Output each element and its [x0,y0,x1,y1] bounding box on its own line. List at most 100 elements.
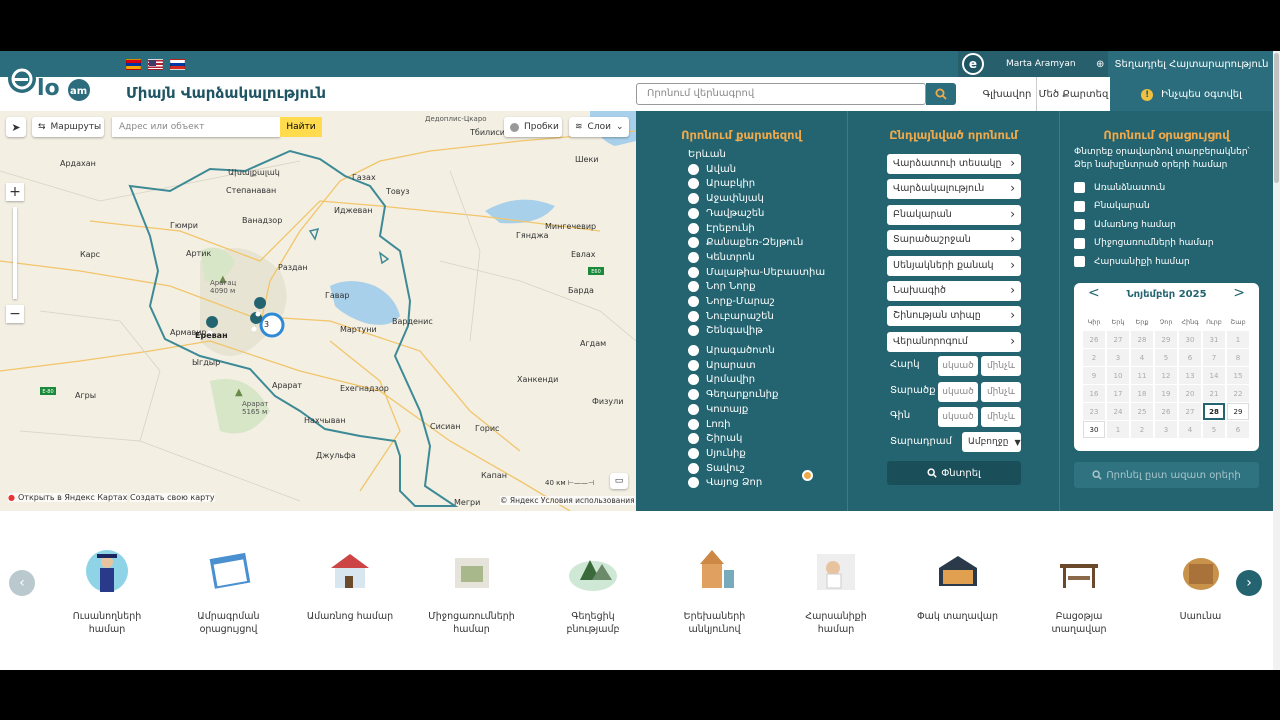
category-image-icon[interactable] [690,546,740,596]
radio-button-icon[interactable] [802,470,813,481]
radio-button-icon[interactable] [688,433,699,445]
post-announcement-button[interactable]: Տեղադրել Հայտարարություն [1110,51,1273,77]
calendar-day[interactable]: 24 [1107,403,1129,420]
province-radio[interactable]: Արարատ [688,359,756,371]
calendar-day[interactable]: 16 [1083,385,1105,402]
region-radio[interactable]: Ավան [688,163,736,175]
yandex-map[interactable]: E60 E-80 ▲ ▲ Ереван Ախալքալակ Артик Гюмр… [0,111,636,511]
zoom-slider[interactable] [13,207,17,299]
calendar-day[interactable]: 28 [1131,331,1153,348]
calendar-day[interactable]: 13 [1179,367,1201,384]
category-image-icon[interactable] [204,546,254,596]
category-image-icon[interactable] [1176,546,1226,596]
category-item[interactable]: Փակ տաղավար [913,546,1003,623]
province-radio[interactable]: Գեղարքունիք [688,389,778,401]
armenian-flag-icon[interactable] [126,59,141,70]
category-item[interactable]: Երեխաների անկյունով [670,546,760,636]
calendar-day[interactable]: 3 [1107,349,1129,366]
calendar-day[interactable]: 15 [1227,367,1249,384]
calendar-day[interactable]: 31 [1203,331,1225,348]
province-radio[interactable]: Վայոց Ձոր [688,477,762,489]
map-find-button[interactable]: Найти [280,117,322,137]
region-radio[interactable]: Քանաքեռ-Զեյթուն [688,237,803,249]
checkbox-icon[interactable] [1074,200,1085,212]
calendar-day[interactable]: 27 [1179,403,1201,420]
logout-icon[interactable]: ⊕ [1096,59,1104,70]
region-radio[interactable]: Նորք-Մարաշ [688,296,775,307]
category-image-icon[interactable] [447,546,497,596]
create-map-link[interactable]: Создать свою карту [130,493,215,502]
calendar-day[interactable]: 6 [1179,349,1201,366]
category-image-icon[interactable] [1054,546,1104,596]
calendar-day[interactable]: 11 [1131,367,1153,384]
english-flag-icon[interactable] [148,59,163,70]
region-radio[interactable]: Արաբկիր [688,178,755,190]
layers-button[interactable]: ≋ Слои ⌄ [569,117,629,137]
province-radio[interactable]: Լոռի [688,418,731,430]
calendar-day[interactable]: 30 [1179,331,1201,348]
title-search-button[interactable] [926,83,956,105]
calendar-day[interactable]: 6 [1227,421,1249,438]
calendar-day[interactable]: 5 [1155,349,1177,366]
map-copyright[interactable]: © Яндекс Условия использования [500,496,635,505]
calendar-day[interactable]: 28 [1203,403,1225,420]
category-item[interactable]: Բացօթյա տաղավար [1034,546,1124,636]
zoom-in-button[interactable]: + [6,183,24,201]
calendar-day[interactable]: 14 [1203,367,1225,384]
radio-button-icon[interactable] [688,237,699,249]
checkbox-icon[interactable] [1074,182,1085,193]
radio-button-icon[interactable] [688,193,699,205]
calendar-day[interactable]: 10 [1107,367,1129,384]
calendar-day[interactable]: 25 [1131,403,1153,420]
calendar-day[interactable]: 9 [1083,367,1105,384]
radio-button-icon[interactable] [688,310,699,322]
filter-dropdown[interactable]: Սենյակների քանակ [887,255,1021,276]
radio-button-icon[interactable] [688,477,699,489]
calendar-day[interactable]: 17 [1107,385,1129,402]
range-to-input[interactable]: մինչև [981,381,1021,402]
region-radio[interactable]: Մալաթիա-Սեբաստիա [688,266,825,278]
carousel-prev-button[interactable]: ‹ [9,570,35,596]
category-checkbox[interactable]: Բնակարան [1074,200,1150,212]
category-checkbox[interactable]: Հարսանիքի համար [1074,256,1190,267]
filter-dropdown[interactable]: Շինության տիպը [887,306,1021,327]
radio-button-icon[interactable] [688,359,699,371]
filter-dropdown[interactable]: Նախագիծ [887,281,1021,301]
radio-button-icon[interactable] [688,403,699,415]
category-image-icon[interactable] [82,546,132,596]
calendar-day[interactable]: 29 [1227,403,1249,420]
calendar-day[interactable]: 4 [1131,349,1153,366]
calendar-day[interactable]: 21 [1203,385,1225,402]
category-image-icon[interactable] [933,546,983,596]
calendar-day[interactable]: 30 [1083,421,1105,438]
zoom-out-button[interactable]: − [6,305,24,323]
radio-button-icon[interactable] [688,178,699,190]
calendar-day[interactable]: 26 [1155,403,1177,420]
region-radio[interactable]: Կենտրոն [688,251,755,263]
calendar-day[interactable]: 2 [1083,349,1105,366]
radio-button-icon[interactable] [688,281,699,293]
traffic-button[interactable]: Пробки [504,117,562,137]
calendar-day[interactable]: 4 [1179,421,1201,438]
category-item[interactable]: Ամառնոց համար [305,546,395,623]
region-radio[interactable]: Էրեբունի [688,222,755,234]
province-radio[interactable]: Սյունիք [688,447,746,459]
province-radio[interactable]: Կոտայք [688,403,748,415]
category-image-icon[interactable] [568,546,618,596]
calendar-day[interactable]: 3 [1155,421,1177,438]
category-checkbox[interactable]: Ամառնոց համար [1074,219,1176,230]
title-search-input[interactable]: Որոնում վերնագրով [636,83,926,105]
radio-button-icon[interactable] [688,325,699,337]
category-item[interactable]: Միջոցառումների համար [427,546,517,636]
currency-select[interactable]: Ամբողջը ▼ [962,432,1021,452]
calendar-next-button[interactable]: > [1233,285,1245,301]
calendar-day[interactable]: 7 [1203,349,1225,366]
russian-flag-icon[interactable] [170,59,185,70]
search-by-free-days-button[interactable]: Որոնել ըստ ազատ օրերի [1074,462,1259,488]
calendar-day[interactable]: 23 [1083,403,1105,420]
map-address-input[interactable]: Адрес или объект [112,117,280,137]
category-checkbox[interactable]: Առանձնատուն [1074,182,1165,193]
filter-dropdown[interactable]: Վարձակալություն [887,179,1021,200]
category-checkbox[interactable]: Միջոցառումների համար [1074,237,1214,249]
calendar-day[interactable]: 18 [1131,385,1153,402]
